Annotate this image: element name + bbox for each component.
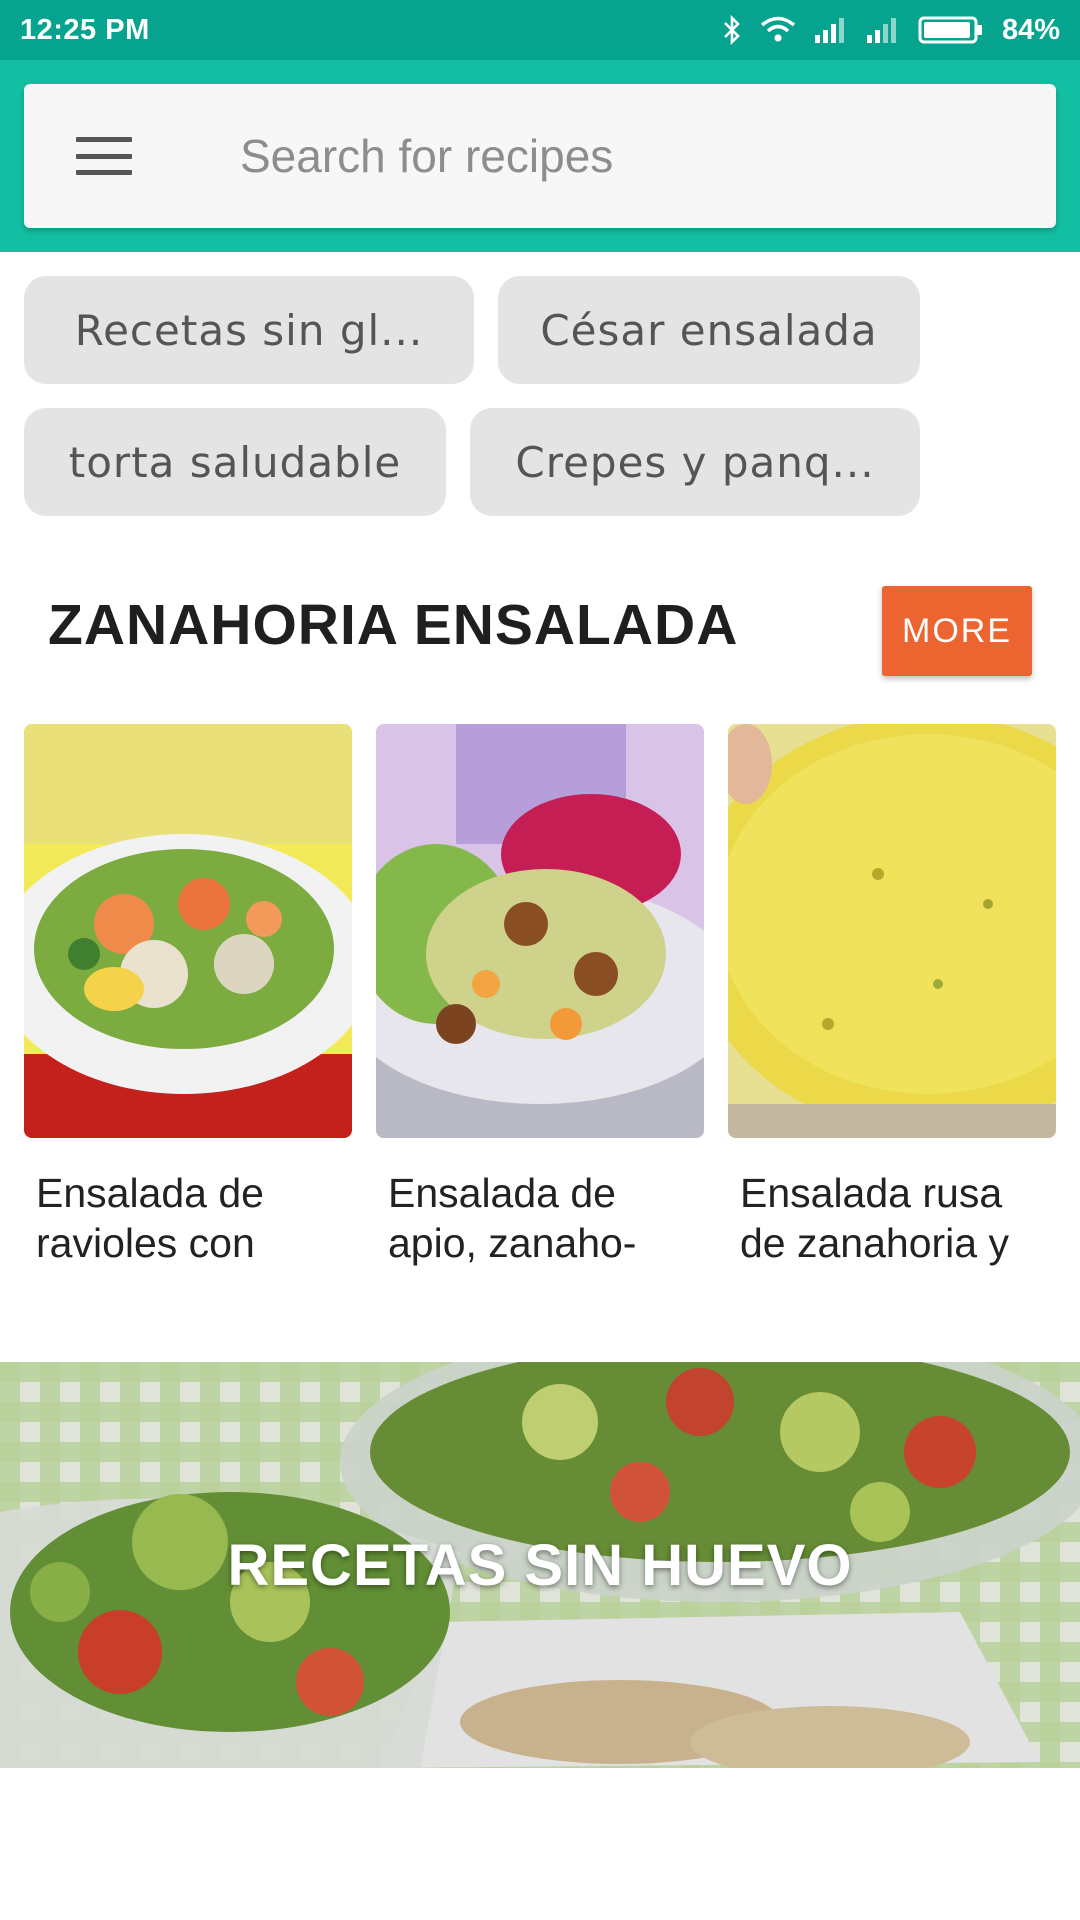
category-banner[interactable]: RECETAS SIN HUEVO [0,1362,1080,1768]
search-input[interactable] [184,84,1056,228]
search-bar [24,84,1056,228]
menu-icon [76,137,132,175]
recipe-title: Ensalada rusa de zanahoria y [740,1170,1009,1266]
status-time: 12:25 PM [20,13,150,46]
recipe-carousel: Ensalada de ravioles con Ensalada de api… [0,724,1080,1284]
section-header: ZANAHORIA ENSALADA MORE [0,580,1080,680]
wifi-icon [760,16,796,44]
recipe-image [376,724,704,1138]
recipe-title: Ensalada de apio, zanaho- [388,1170,637,1266]
status-icons: 84% [722,14,1060,47]
app-bar [0,60,1080,252]
status-bar: 12:25 PM 84% [0,0,1080,60]
menu-button[interactable] [24,84,184,228]
signal-icon [866,17,900,43]
recipe-card[interactable]: Ensalada rusa de zanahoria y [728,724,1056,1268]
battery-percent: 84% [1001,13,1060,46]
recipe-card[interactable]: Ensalada de apio, zanaho- [376,724,704,1268]
more-button[interactable]: MORE [882,586,1032,676]
banner-title: RECETAS SIN HUEVO [227,1532,853,1598]
chip-label: César ensalada [540,305,878,355]
chip-label: torta saludable [68,437,402,487]
recipe-card[interactable]: Ensalada de ravioles con [24,724,352,1268]
chip-crepes-y-panqueques[interactable]: Crepes y panq... [470,408,920,516]
chip-label: Crepes y panq... [515,437,875,487]
suggestion-chips: Recetas sin gl... César ensalada torta s… [24,276,1064,516]
recipe-title: Ensalada de ravioles con [36,1170,264,1266]
section-title: ZANAHORIA ENSALADA [48,593,739,657]
chip-cesar-ensalada[interactable]: César ensalada [498,276,920,384]
chip-label: Recetas sin gl... [74,305,424,355]
signal-icon [814,17,848,43]
bluetooth-icon [722,15,742,45]
chip-torta-saludable[interactable]: torta saludable [24,408,446,516]
recipe-image [24,724,352,1138]
recipe-image [728,724,1056,1138]
chip-recetas-sin-gluten[interactable]: Recetas sin gl... [24,276,474,384]
battery-icon [918,15,984,45]
